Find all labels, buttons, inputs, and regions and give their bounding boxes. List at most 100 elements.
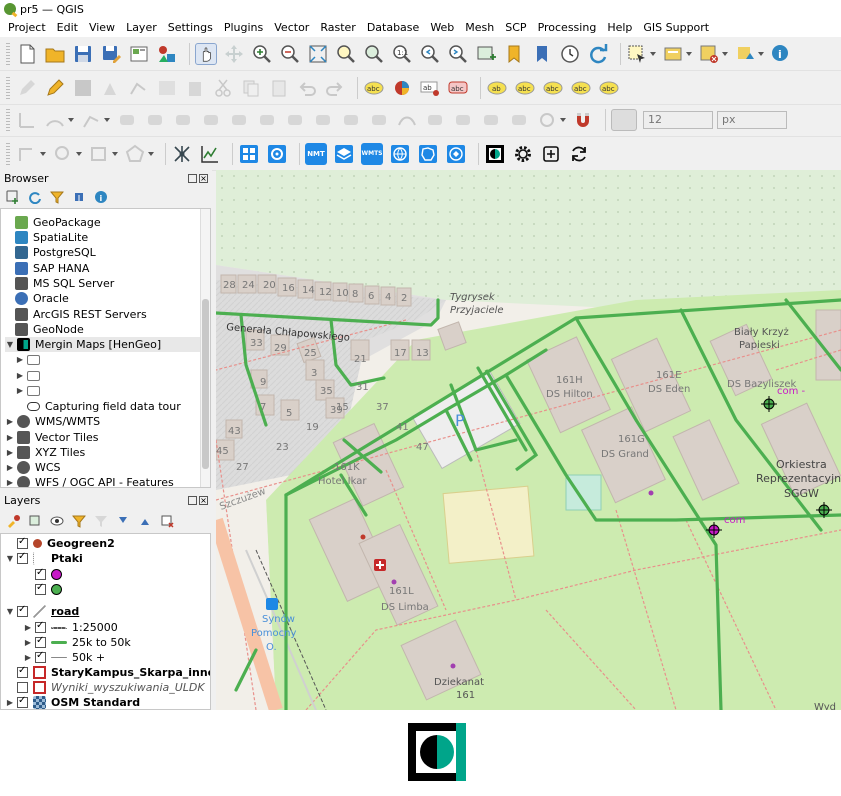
browser-folder-row[interactable]: ▶ (15, 383, 45, 398)
expand-all-icon[interactable] (116, 514, 130, 528)
save-project-icon[interactable] (72, 43, 94, 65)
category-visibility-checkbox[interactable] (35, 567, 46, 580)
polygon-tool-icon[interactable] (124, 143, 146, 165)
menu-web[interactable]: Web (430, 21, 454, 34)
toolbar-grip[interactable] (6, 142, 10, 165)
cut-features-icon[interactable] (212, 77, 234, 99)
plugin-grid-icon[interactable] (238, 143, 260, 165)
zoom-in-icon[interactable] (251, 43, 273, 65)
measure-shape-icon[interactable] (52, 143, 74, 165)
browser-item[interactable]: ▶ WFS / OGC API - Features (5, 475, 174, 487)
browser-item[interactable]: SAP HANA (15, 261, 89, 276)
select-features-icon[interactable] (626, 43, 648, 65)
collapse-arrow-icon[interactable]: ▼ (5, 340, 15, 349)
delete-selected-icon[interactable] (184, 77, 206, 99)
layer-visibility-checkbox[interactable] (35, 635, 46, 648)
mergin-maps-plugin-icon[interactable] (484, 143, 506, 165)
snapping-type-icon[interactable] (611, 108, 637, 131)
uldk-plugin-icon[interactable] (445, 143, 467, 165)
expand-arrow-icon[interactable]: ▶ (5, 478, 15, 487)
paste-features-icon[interactable] (268, 77, 290, 99)
browser-item[interactable]: ▶ Vector Tiles (5, 430, 99, 445)
add-feature-icon[interactable] (100, 77, 122, 99)
expand-arrow-icon[interactable]: ▶ (15, 371, 25, 380)
pin-labels-icon[interactable]: ab (419, 77, 441, 99)
expand-arrow-icon[interactable]: ▶ (5, 463, 15, 472)
menu-processing[interactable]: Processing (538, 21, 597, 34)
ptaki-layer[interactable]: ▼ Ptaki (5, 551, 83, 566)
redo-icon[interactable] (324, 77, 346, 99)
browser-item[interactable]: MS SQL Server (15, 276, 114, 291)
expand-arrow-icon[interactable]: ▶ (23, 638, 33, 647)
toolbar-grip[interactable] (6, 108, 10, 131)
sync-icon[interactable] (568, 143, 590, 165)
filter-expression-icon[interactable] (94, 514, 108, 528)
browser-folder-row[interactable]: ▶ (15, 352, 45, 367)
browser-item[interactable]: ArcGIS REST Servers (15, 307, 147, 322)
browser-item[interactable]: ▶ XYZ Tiles (5, 445, 85, 460)
filter-browser-icon[interactable] (50, 190, 64, 204)
enable-properties-icon[interactable]: i (94, 190, 108, 204)
browser-item[interactable]: SpatiaLite (15, 230, 88, 245)
fill-ring-icon[interactable] (284, 109, 306, 131)
style-manager-icon[interactable] (156, 43, 178, 65)
merge-features-icon[interactable] (480, 109, 502, 131)
expand-arrow-icon[interactable]: ▶ (5, 698, 15, 707)
layer-visibility-checkbox[interactable] (17, 695, 28, 708)
map-svg[interactable]: Generała Chłapowskiego Tygrysek Przyjaci… (216, 170, 841, 710)
snapping-magnet-icon[interactable] (572, 109, 594, 131)
open-project-icon[interactable] (44, 43, 66, 65)
browser-item[interactable]: ▶ WCS (5, 460, 61, 475)
close-panel-icon[interactable]: × (199, 173, 208, 183)
layer-visibility-checkbox[interactable] (17, 551, 28, 564)
browser-scrollbar[interactable] (200, 209, 210, 487)
current-edits-icon[interactable] (16, 77, 38, 99)
zoom-next-icon[interactable] (447, 43, 469, 65)
temporal-controller-icon[interactable] (559, 43, 581, 65)
highlight-labels-icon[interactable]: abc (447, 77, 469, 99)
change-label-icon[interactable]: abc (570, 77, 592, 99)
menu-plugins[interactable]: Plugins (224, 21, 263, 34)
layer-visibility-checkbox[interactable] (17, 604, 28, 617)
browser-folder-row[interactable]: ▶ (15, 368, 45, 383)
nmt-plugin-icon[interactable]: NMT (305, 142, 327, 165)
menu-help[interactable]: Help (607, 21, 632, 34)
collapse-all-layers-icon[interactable] (138, 514, 152, 528)
rotate-point-symbols-icon[interactable] (536, 109, 558, 131)
collapse-all-icon[interactable] (72, 190, 86, 204)
starykampus-layer[interactable]: StaryKampus_Skarpa_inne (5, 665, 210, 680)
road-layer[interactable]: ▼ road (5, 604, 79, 619)
add-part-icon[interactable] (256, 109, 278, 131)
expand-arrow-icon[interactable]: ▶ (5, 417, 15, 426)
menu-project[interactable]: Project (8, 21, 46, 34)
offset-curve-icon[interactable] (396, 109, 418, 131)
toolbar-grip[interactable] (6, 42, 10, 65)
add-selected-layers-icon[interactable] (6, 190, 20, 204)
shape-digitize-icon[interactable] (16, 143, 38, 165)
pan-map-icon[interactable] (195, 42, 217, 65)
layer-visibility-checkbox[interactable] (17, 682, 28, 693)
bookmark-icon[interactable] (503, 43, 525, 65)
expand-arrow-icon[interactable]: ▶ (23, 623, 33, 632)
zoom-native-icon[interactable]: 1:1 (391, 43, 413, 65)
collapse-arrow-icon[interactable]: ▼ (5, 607, 15, 616)
layers-plugin-icon[interactable] (333, 143, 355, 165)
zoom-to-selection-icon[interactable] (335, 43, 357, 65)
show-bookmarks-icon[interactable] (531, 43, 553, 65)
tolerance-input[interactable]: 12 (643, 110, 713, 129)
browser-item[interactable]: GeoNode (15, 322, 84, 337)
profile-chart-icon[interactable] (199, 143, 221, 165)
scale-feature-icon[interactable] (172, 109, 194, 131)
split-features-icon[interactable] (424, 109, 446, 131)
toolbar-grip[interactable] (6, 76, 10, 99)
split-parts-icon[interactable] (452, 109, 474, 131)
show-hide-labels-icon[interactable]: abc (514, 77, 536, 99)
vertex-tool-icon[interactable] (128, 77, 150, 99)
identify-features-icon[interactable]: i (770, 43, 792, 65)
menu-gis-support[interactable]: GIS Support (643, 21, 709, 34)
select-by-value-icon[interactable] (662, 43, 684, 65)
browser-scrollbar-thumb[interactable] (202, 299, 209, 469)
new-project-icon[interactable] (16, 43, 38, 65)
graph-network-icon[interactable] (171, 143, 193, 165)
add-vertex-icon[interactable] (80, 109, 102, 131)
